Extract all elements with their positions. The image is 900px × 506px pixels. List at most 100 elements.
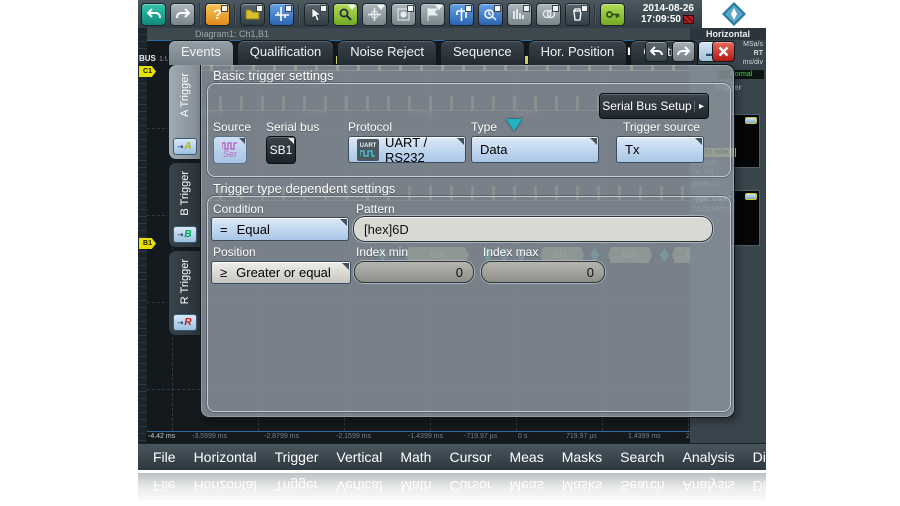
menu-bar: File Horizontal Trigger Vertical Math Cu… xyxy=(138,443,799,470)
protocol-combo[interactable]: UART UART / RS232 xyxy=(348,134,466,165)
measurement-button[interactable] xyxy=(449,2,474,26)
zoom-button[interactable] xyxy=(333,2,358,26)
pointer-button[interactable] xyxy=(304,2,329,26)
menu-analysis[interactable]: Analysis xyxy=(674,444,744,470)
tab-sequence[interactable]: Sequence xyxy=(440,40,525,65)
index-max-input[interactable]: 0 xyxy=(481,261,605,283)
position-label: Position xyxy=(213,245,256,259)
menu-meas[interactable]: Meas xyxy=(500,444,552,470)
serial-bus-selector[interactable]: SB1 xyxy=(266,136,296,164)
dialog-close-button[interactable] xyxy=(712,41,735,62)
protocol-label: Protocol xyxy=(348,120,393,134)
condition-value: Equal xyxy=(236,221,270,237)
fft-icon xyxy=(513,8,526,20)
condition-combo[interactable]: = Equal xyxy=(211,217,349,241)
trigger-arrow-icon: ⇥ xyxy=(177,143,184,151)
key-icon xyxy=(605,9,620,20)
oscilloscope-screen: ? 2014-08-26 17:09:50 Diagram1: Ch1,B1 B… xyxy=(138,0,799,470)
axis-tick-label: -2.1599 ms xyxy=(336,433,372,440)
menu-search[interactable]: Search xyxy=(611,444,673,470)
tab-hor-position[interactable]: Hor. Position xyxy=(527,40,628,65)
menu-file[interactable]: File xyxy=(144,444,185,470)
index-min-value: 0 xyxy=(455,264,463,280)
type-combo[interactable]: Data xyxy=(471,136,599,163)
quick-measurement-button[interactable] xyxy=(478,2,503,26)
dialog-forward-button[interactable] xyxy=(672,41,695,62)
tab-a-trigger[interactable]: A Trigger ⇥ A xyxy=(168,64,200,160)
serial-bus-label: Serial bus xyxy=(266,120,320,134)
open-file-button[interactable] xyxy=(240,2,265,26)
signal-settings-button[interactable] xyxy=(269,2,294,26)
menu-trigger[interactable]: Trigger xyxy=(266,444,328,470)
index-max-label: Index max xyxy=(483,245,539,259)
menu-masks[interactable]: Masks xyxy=(553,444,611,470)
forward-arrow-icon xyxy=(677,46,690,57)
page: ? 2014-08-26 17:09:50 Diagram1: Ch1,B1 B… xyxy=(0,0,900,506)
trigger-arrow-icon: ⇥ xyxy=(177,319,184,327)
persistence-button[interactable] xyxy=(536,2,561,26)
source-label: Source xyxy=(213,120,252,134)
b-trigger-icon: ⇥ B xyxy=(172,226,197,243)
trigger-source-combo[interactable]: Tx xyxy=(616,136,704,163)
trigger-side-tabs: A Trigger ⇥ A B Trigger ⇥ B R Trigger ⇥ R xyxy=(168,64,200,338)
trigger-source-label: Trigger source xyxy=(623,120,700,134)
source-selector[interactable]: Ser xyxy=(213,136,247,164)
tab-noise-reject[interactable]: Noise Reject xyxy=(337,40,437,65)
axis-start-label: -4.42 ms xyxy=(148,433,176,440)
trigger-arrow-icon: ⇥ xyxy=(177,231,184,239)
horizontal-panel-header[interactable]: Horizontal xyxy=(690,28,766,40)
index-min-label: Index min xyxy=(356,245,409,259)
trigger-position-marker-icon[interactable] xyxy=(506,119,522,131)
cursors-button[interactable] xyxy=(362,2,387,26)
top-toolbar: ? 2014-08-26 17:09:50 xyxy=(138,0,766,28)
mask-test-button[interactable] xyxy=(391,2,416,26)
close-icon xyxy=(718,46,729,57)
r-trigger-icon: ⇥ R xyxy=(172,314,197,331)
record-badge-icon xyxy=(683,15,694,24)
menu-horizontal[interactable]: Horizontal xyxy=(185,444,266,470)
serbus-chip-icon xyxy=(745,193,757,200)
screenshot-key-button[interactable] xyxy=(600,2,625,26)
a-trigger-icon: ⇥ A xyxy=(172,138,197,155)
back-arrow-icon xyxy=(650,46,663,57)
tab-events[interactable]: Events xyxy=(168,40,234,65)
type-label: Type xyxy=(471,120,498,134)
datetime-display: 2014-08-26 17:09:50 xyxy=(641,3,698,25)
pattern-input[interactable]: [hex]6D xyxy=(353,216,713,242)
fft-button[interactable] xyxy=(507,2,532,26)
menu-display[interactable]: Display xyxy=(744,444,808,470)
diagram-title: Diagram1: Ch1,B1 xyxy=(195,29,270,39)
logo-area xyxy=(702,0,766,28)
menu-vertical[interactable]: Vertical xyxy=(327,444,391,470)
side-tab-label: R Trigger xyxy=(178,259,191,305)
position-combo[interactable]: ≥ Greater or equal xyxy=(211,261,351,284)
axis-tick-label: -3.5999 ms xyxy=(192,433,228,440)
serial-bus-setup-button[interactable]: Serial Bus Setup ▸ xyxy=(599,93,709,119)
protocol-value: UART / RS232 xyxy=(385,134,428,165)
menu-cursor[interactable]: Cursor xyxy=(440,444,500,470)
menu-math[interactable]: Math xyxy=(391,444,440,470)
axis-tick-label: 0 s xyxy=(518,433,528,440)
redo-button[interactable] xyxy=(170,2,195,26)
tab-r-trigger[interactable]: R Trigger ⇥ R xyxy=(168,250,200,336)
help-button[interactable]: ? xyxy=(205,2,230,26)
serial-bus-setup-label: Serial Bus Setup xyxy=(602,99,692,113)
undo-button[interactable] xyxy=(141,2,166,26)
index-min-input[interactable]: 0 xyxy=(354,261,474,283)
dialog-back-button[interactable] xyxy=(645,41,668,62)
tab-b-trigger[interactable]: B Trigger ⇥ B xyxy=(168,162,200,248)
delete-button[interactable] xyxy=(565,2,590,26)
chevron-right-icon: ▸ xyxy=(694,100,708,112)
pattern-value: [hex]6D xyxy=(364,221,409,237)
basic-settings-title: Basic trigger settings xyxy=(213,68,334,83)
stopwatch-icon xyxy=(484,8,497,21)
trigger-letter: A xyxy=(184,141,192,152)
toolbar-separator xyxy=(594,3,596,25)
annotation-flag-button[interactable] xyxy=(420,2,445,26)
tab-qualification[interactable]: Qualification xyxy=(236,40,335,65)
cursor-grid-icon xyxy=(368,7,381,21)
trigger-letter: R xyxy=(184,317,192,328)
equals-icon: = xyxy=(220,221,228,237)
caliper-icon xyxy=(455,7,468,21)
index-max-value: 0 xyxy=(586,264,594,280)
